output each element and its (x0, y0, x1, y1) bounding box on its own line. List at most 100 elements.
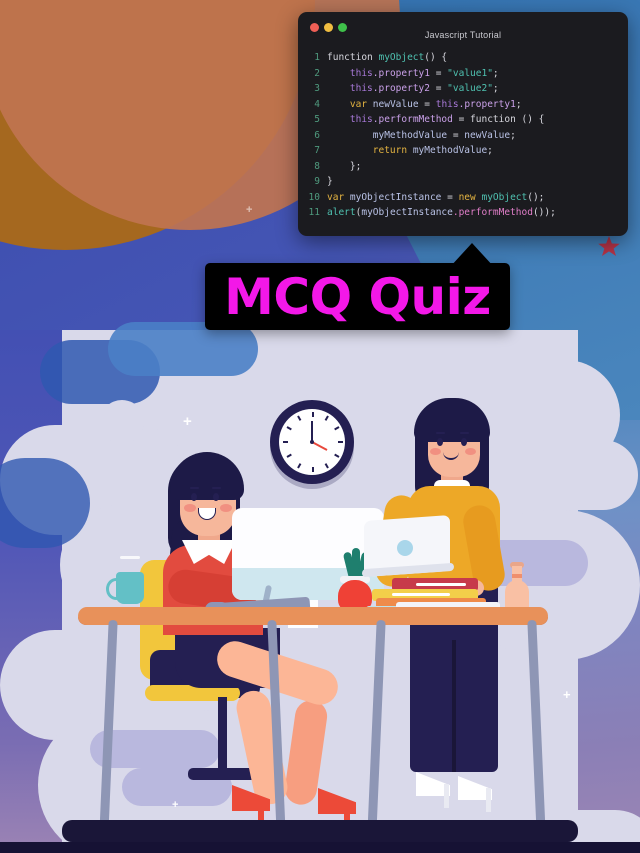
tok-punct: } (327, 176, 333, 187)
wall-blob (300, 352, 450, 404)
sparkle-icon: + (183, 413, 192, 430)
code-line: 1 function myObject() { (304, 50, 628, 66)
tok-operator: = (447, 129, 465, 141)
sparkle-icon: + (246, 204, 253, 216)
code-editor-body: 1 function myObject() { 2 this.property1 … (298, 48, 628, 221)
code-editor-titlebar: Javascript Tutorial (298, 12, 628, 48)
eye (437, 438, 443, 446)
code-line: 3 this.property2 = "value2"; (304, 81, 628, 97)
code-editor-window[interactable]: Javascript Tutorial 1 function myObject()… (298, 12, 628, 236)
cheek-blush (220, 504, 232, 512)
book-stripe (392, 593, 450, 596)
tok-indent (327, 99, 350, 110)
book-stripe (416, 583, 466, 586)
wall-accent-blue (0, 458, 90, 548)
floor-platform (62, 820, 578, 842)
code-line: 8 }; (304, 159, 628, 175)
tok-this: this (349, 67, 373, 79)
tok-keyword: var (327, 191, 350, 203)
wall-blob (488, 440, 638, 510)
eyebrow (436, 432, 445, 434)
tok-method: .performMethod (452, 207, 533, 218)
line-number: 8 (314, 160, 320, 172)
tok-property: .property1 (372, 67, 430, 79)
eye (213, 493, 219, 501)
clock-face (279, 409, 345, 475)
tok-indent (327, 161, 350, 172)
heel-spike (486, 788, 491, 812)
code-line: 10 var myObjectInstance = new myObject(); (304, 190, 628, 206)
quiz-title-text: MCQ Quiz (224, 267, 491, 326)
poster-canvas: + + + + + (0, 0, 640, 853)
tok-keyword: return (372, 145, 413, 156)
tok-punct: ; (487, 145, 493, 156)
line-number: 10 (308, 191, 320, 203)
eyebrow (460, 432, 469, 434)
tok-operator: = (418, 98, 436, 110)
wall-blob (100, 400, 144, 444)
pants-seam (452, 640, 456, 772)
quiz-title-banner: MCQ Quiz (205, 263, 510, 330)
tok-operator: = (452, 114, 471, 125)
clock-center-pin (310, 440, 314, 444)
tok-this: this (349, 114, 373, 125)
tok-punct: () { (424, 52, 448, 63)
tok-variable: myMethodValue (372, 129, 448, 141)
tok-this: this (435, 98, 459, 110)
code-line: 9} (304, 174, 628, 190)
tok-indent (327, 145, 373, 156)
tok-indent (327, 114, 350, 125)
tok-operator: = (429, 67, 448, 79)
wall-clock (270, 400, 354, 484)
eye (191, 493, 197, 501)
wall-accent-blue (108, 322, 258, 376)
eye (461, 438, 467, 446)
eyebrow (190, 487, 199, 489)
coffee-mug (116, 572, 144, 604)
cheek-blush (184, 504, 196, 512)
line-number: 9 (314, 176, 320, 187)
line-number: 7 (314, 145, 320, 156)
tok-string: "value1" (447, 67, 493, 79)
tok-punct: ; (510, 129, 516, 141)
code-editor-title: Javascript Tutorial (424, 30, 502, 40)
tok-variable: myObjectInstance (349, 191, 442, 203)
tok-variable: newValue (372, 98, 419, 110)
code-line: 2 this.property1 = "value1"; (304, 66, 628, 82)
tok-keyword: new (458, 191, 482, 203)
laptop-logo (397, 540, 413, 556)
cheek-blush (465, 448, 476, 455)
tok-this: this (349, 83, 373, 94)
line-number: 6 (314, 129, 320, 141)
tok-method: .performMethod (372, 114, 453, 125)
line-number: 1 (314, 52, 320, 63)
code-line: 7 return myMethodValue; (304, 143, 628, 159)
tok-punct: () { (515, 114, 545, 125)
cheek-blush (430, 448, 441, 455)
sparkle-icon: + (172, 799, 179, 811)
line-number: 5 (314, 114, 320, 125)
tok-indent (327, 68, 350, 79)
code-line: 11 alert(myObjectInstance.performMethod()… (304, 205, 628, 221)
sparkle-icon: + (563, 687, 571, 702)
heel-spike (444, 784, 449, 808)
line-number: 11 (308, 207, 320, 218)
bottle-band (512, 574, 522, 578)
tok-variable: myMethodValue (412, 145, 488, 156)
line-number: 3 (314, 83, 320, 94)
line-number: 2 (314, 67, 320, 79)
tok-punct: ; (515, 98, 522, 110)
code-line: 6 myMethodValue = newValue; (304, 128, 628, 144)
eyebrow (212, 487, 221, 489)
tok-punct: ; (492, 67, 499, 79)
tok-operator: = (429, 83, 448, 94)
tok-function-name: myObject (378, 52, 425, 63)
tok-function-name: myObject (481, 191, 528, 203)
code-line: 4 var newValue = this.property1; (304, 97, 628, 113)
floor-base (0, 842, 640, 853)
steam (120, 556, 140, 559)
tok-keyword: function (327, 52, 379, 63)
tok-property: .property2 (372, 83, 430, 94)
tok-operator: = (441, 191, 459, 203)
office-chair-pole (218, 697, 227, 772)
